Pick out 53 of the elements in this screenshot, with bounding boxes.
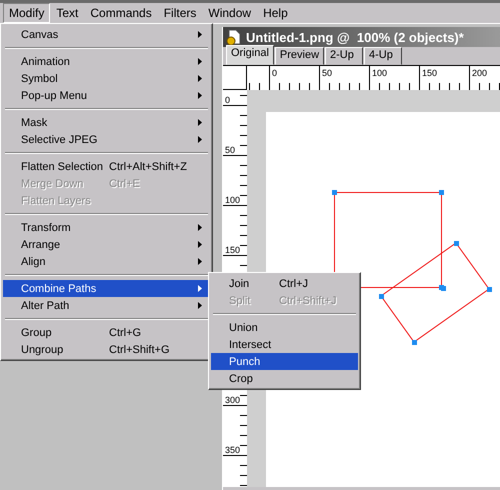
view-tab[interactable]: Original	[226, 45, 274, 65]
menu-bar-item[interactable]: Commands	[84, 3, 158, 23]
menu-item[interactable]: Ungroup Ctrl+Shift+G	[3, 341, 210, 358]
ruler-label: 350	[225, 445, 240, 455]
menu-item[interactable]: Group Ctrl+G	[3, 324, 210, 341]
menu-item[interactable]: Combine Paths	[3, 280, 210, 297]
submenu-arrow-icon	[198, 241, 202, 248]
document-icon	[226, 29, 242, 45]
menu-item[interactable]: Animation	[3, 53, 210, 70]
view-tab[interactable]: 2-Up	[325, 47, 364, 65]
submenu-arrow-icon	[198, 285, 202, 292]
view-tab[interactable]: 4-Up	[364, 47, 402, 65]
submenu-arrow-icon	[198, 258, 202, 265]
menu-item[interactable]: Symbol	[3, 70, 210, 87]
view-tab[interactable]: Preview	[274, 47, 324, 65]
submenu-arrow-icon	[198, 92, 202, 99]
ruler-label: 150	[422, 68, 438, 78]
ruler-label: 0	[225, 95, 230, 105]
menu-item[interactable]: Canvas	[3, 26, 210, 43]
submenu-arrow-icon	[198, 224, 202, 231]
ruler-label: 100	[372, 68, 388, 78]
ruler-label: 0	[272, 68, 278, 78]
submenu-arrow-icon	[198, 302, 202, 309]
menu-item[interactable]: Mask	[3, 114, 210, 131]
document-title: Untitled-1.png @ 100% (2 objects)*	[246, 30, 464, 44]
menu-item[interactable]: Align	[3, 253, 210, 270]
menu-item[interactable]: Union	[211, 319, 358, 336]
submenu-arrow-icon	[198, 31, 202, 38]
ruler-label: 50	[225, 145, 236, 155]
menu-item[interactable]: Arrange	[3, 236, 210, 253]
submenu-arrow-icon	[198, 136, 202, 143]
menu-bar-item[interactable]: Window	[202, 3, 258, 23]
ruler-label: 200	[472, 68, 488, 78]
menu-item[interactable]: Alter Path	[3, 297, 210, 314]
menu-item[interactable]: Crop	[211, 370, 358, 387]
menu-item[interactable]: Punch	[211, 353, 358, 370]
menu-item[interactable]: Flatten Selection Ctrl+Alt+Shift+Z	[3, 158, 210, 175]
submenu-arrow-icon	[198, 75, 202, 82]
menu-item[interactable]: Selective JPEG	[3, 131, 210, 148]
submenu-arrow-icon	[198, 58, 202, 65]
menu-item[interactable]: Intersect	[211, 336, 358, 353]
menu-bar-item[interactable]: Modify	[3, 3, 50, 23]
menu-bar-item[interactable]: Text	[50, 3, 84, 23]
ruler-label: 150	[225, 245, 240, 255]
menu-bar-item[interactable]: Filters	[158, 3, 202, 23]
menu-item[interactable]: Join Ctrl+J	[211, 275, 358, 292]
ruler-label: 50	[322, 68, 332, 78]
ruler-label: 300	[225, 395, 240, 405]
ruler-label: 100	[225, 195, 240, 205]
menu-item[interactable]: Transform	[3, 219, 210, 236]
submenu-arrow-icon	[198, 119, 202, 126]
menu-bar-item[interactable]: Help	[257, 3, 294, 23]
menu-item[interactable]: Pop-up Menu	[3, 87, 210, 104]
